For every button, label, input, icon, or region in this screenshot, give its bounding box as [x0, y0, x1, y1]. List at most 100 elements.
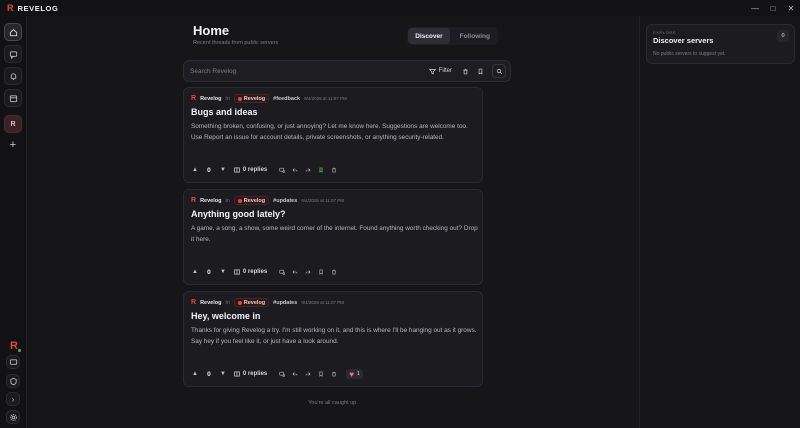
calendar-button[interactable] [4, 89, 22, 107]
right-panel: EXPLORE Discover servers No public serve… [639, 16, 800, 428]
post-meta: R Revelog in Revelog #updates 9/4/2026 a… [191, 298, 344, 307]
server-badge[interactable]: Revelog [233, 298, 270, 307]
share-button[interactable] [302, 369, 314, 379]
delete-button[interactable] [328, 369, 340, 379]
bookmark-icon [319, 269, 323, 275]
trash-icon [332, 371, 337, 377]
post-meta: R Revelog in Revelog #feedback 9/4/2026 … [191, 94, 347, 103]
reply-button[interactable] [289, 267, 301, 277]
security-button[interactable] [6, 374, 20, 388]
app-brand: R REVELOG [7, 3, 58, 13]
bookmark-button[interactable] [315, 165, 327, 175]
post-meta: R Revelog in Revelog #updates 9/4/2026 a… [191, 196, 344, 205]
react-button[interactable] [276, 165, 288, 175]
replies-button[interactable]: 0 replies [234, 371, 267, 377]
post-card[interactable]: R Revelog in Revelog #feedback 9/4/2026 … [183, 87, 483, 183]
share-icon [305, 372, 311, 376]
post-actions: ▲ 0 ▼ 0 replies [192, 267, 340, 277]
delete-button[interactable] [328, 165, 340, 175]
reaction-count: 1 [357, 371, 360, 377]
search-bar: Search Revelog Filter [183, 60, 511, 82]
bookmark-filled-icon [319, 167, 323, 173]
app-logo-icon: R [7, 3, 14, 13]
channel-tag[interactable]: #feedback [273, 96, 300, 102]
server-name: Revelog [243, 95, 266, 102]
channel-tag[interactable]: #updates [273, 198, 297, 204]
server-dot-icon [237, 96, 242, 101]
author-logo-icon: R [191, 197, 197, 204]
replies-button[interactable]: 0 replies [234, 167, 267, 173]
explore-eyebrow: EXPLORE [653, 30, 677, 35]
bookmark-button[interactable] [315, 369, 327, 379]
emoji-icon [279, 269, 286, 275]
bookmark-button[interactable] [315, 267, 327, 277]
app-name: REVELOG [17, 3, 59, 13]
post-author[interactable]: Revelog [200, 96, 221, 102]
react-button[interactable] [276, 267, 288, 277]
post-card[interactable]: R Revelog in Revelog #updates 9/4/2026 a… [183, 291, 483, 387]
search-icon [496, 68, 502, 74]
post-title[interactable]: Anything good lately? [191, 209, 286, 219]
tab-following[interactable]: Following [453, 28, 497, 44]
post-title[interactable]: Bugs and ideas [191, 107, 258, 117]
server-badge[interactable]: Revelog [233, 94, 270, 103]
downvote-button[interactable]: ▼ [220, 269, 226, 275]
user-avatar[interactable]: R [6, 338, 22, 354]
expand-sidebar-button[interactable]: › [6, 392, 20, 406]
close-button[interactable]: ✕ [782, 0, 800, 16]
trash-icon [463, 68, 468, 74]
gear-icon [9, 413, 17, 421]
maximize-button[interactable]: □ [764, 0, 782, 16]
home-button[interactable] [4, 23, 22, 41]
heart-reaction[interactable]: ♥ 1 [346, 369, 363, 379]
post-author[interactable]: Revelog [200, 198, 221, 204]
filter-label: Filter [438, 68, 452, 74]
reply-button[interactable] [289, 165, 301, 175]
minimize-button[interactable]: — [746, 0, 764, 16]
reply-count: 0 replies [242, 371, 268, 377]
add-server-button[interactable]: + [4, 136, 22, 154]
filter-button[interactable]: Filter [428, 68, 452, 75]
post-card[interactable]: R Revelog in Revelog #updates 9/4/2026 a… [183, 189, 483, 285]
settings-button[interactable] [6, 410, 20, 424]
notifications-button[interactable] [4, 67, 22, 85]
reply-button[interactable] [289, 369, 301, 379]
post-title[interactable]: Hey, welcome in [191, 311, 260, 321]
server-revelog-button[interactable]: R [4, 115, 22, 133]
messages-button[interactable] [4, 45, 22, 63]
search-input[interactable]: Search Revelog [190, 68, 429, 75]
tab-discover[interactable]: Discover [408, 28, 450, 44]
server-name: Revelog [243, 197, 266, 204]
downvote-button[interactable]: ▼ [220, 167, 226, 173]
channel-tag[interactable]: #updates [273, 300, 297, 306]
main-feed: Home Recent threads from public servers … [27, 16, 639, 428]
author-logo-icon: R [191, 95, 197, 102]
vote-count: 0 [207, 166, 211, 174]
vote-count: 0 [207, 268, 211, 276]
bookmark-filter-button[interactable] [477, 64, 484, 78]
trash-filter-button[interactable] [462, 64, 469, 78]
server-badge[interactable]: Revelog [233, 196, 270, 205]
left-rail: R + R › [0, 16, 27, 428]
reply-icon [292, 168, 298, 172]
feed-end-message: You're all caught up. [308, 400, 358, 406]
post-date: 9/4/2026 at 11:07 PM [301, 198, 345, 203]
direct-messages-button[interactable] [6, 355, 20, 369]
downvote-button[interactable]: ▼ [220, 371, 226, 377]
reply-count: 0 replies [242, 167, 268, 173]
bookmark-icon [478, 68, 483, 75]
message-icon [9, 358, 17, 365]
search-button[interactable] [492, 64, 506, 78]
title-bar: R REVELOG — □ ✕ [0, 0, 800, 16]
share-button[interactable] [302, 267, 314, 277]
react-button[interactable] [276, 369, 288, 379]
replies-button[interactable]: 0 replies [234, 269, 267, 275]
post-author[interactable]: Revelog [200, 300, 221, 306]
heart-icon: ♥ [349, 369, 355, 379]
delete-button[interactable] [328, 267, 340, 277]
post-body: Thanks for giving Revelog a try. I'm sti… [191, 327, 477, 345]
replies-icon [234, 167, 240, 173]
online-status-dot [17, 348, 22, 353]
share-button[interactable] [302, 165, 314, 175]
shield-icon [9, 377, 17, 385]
